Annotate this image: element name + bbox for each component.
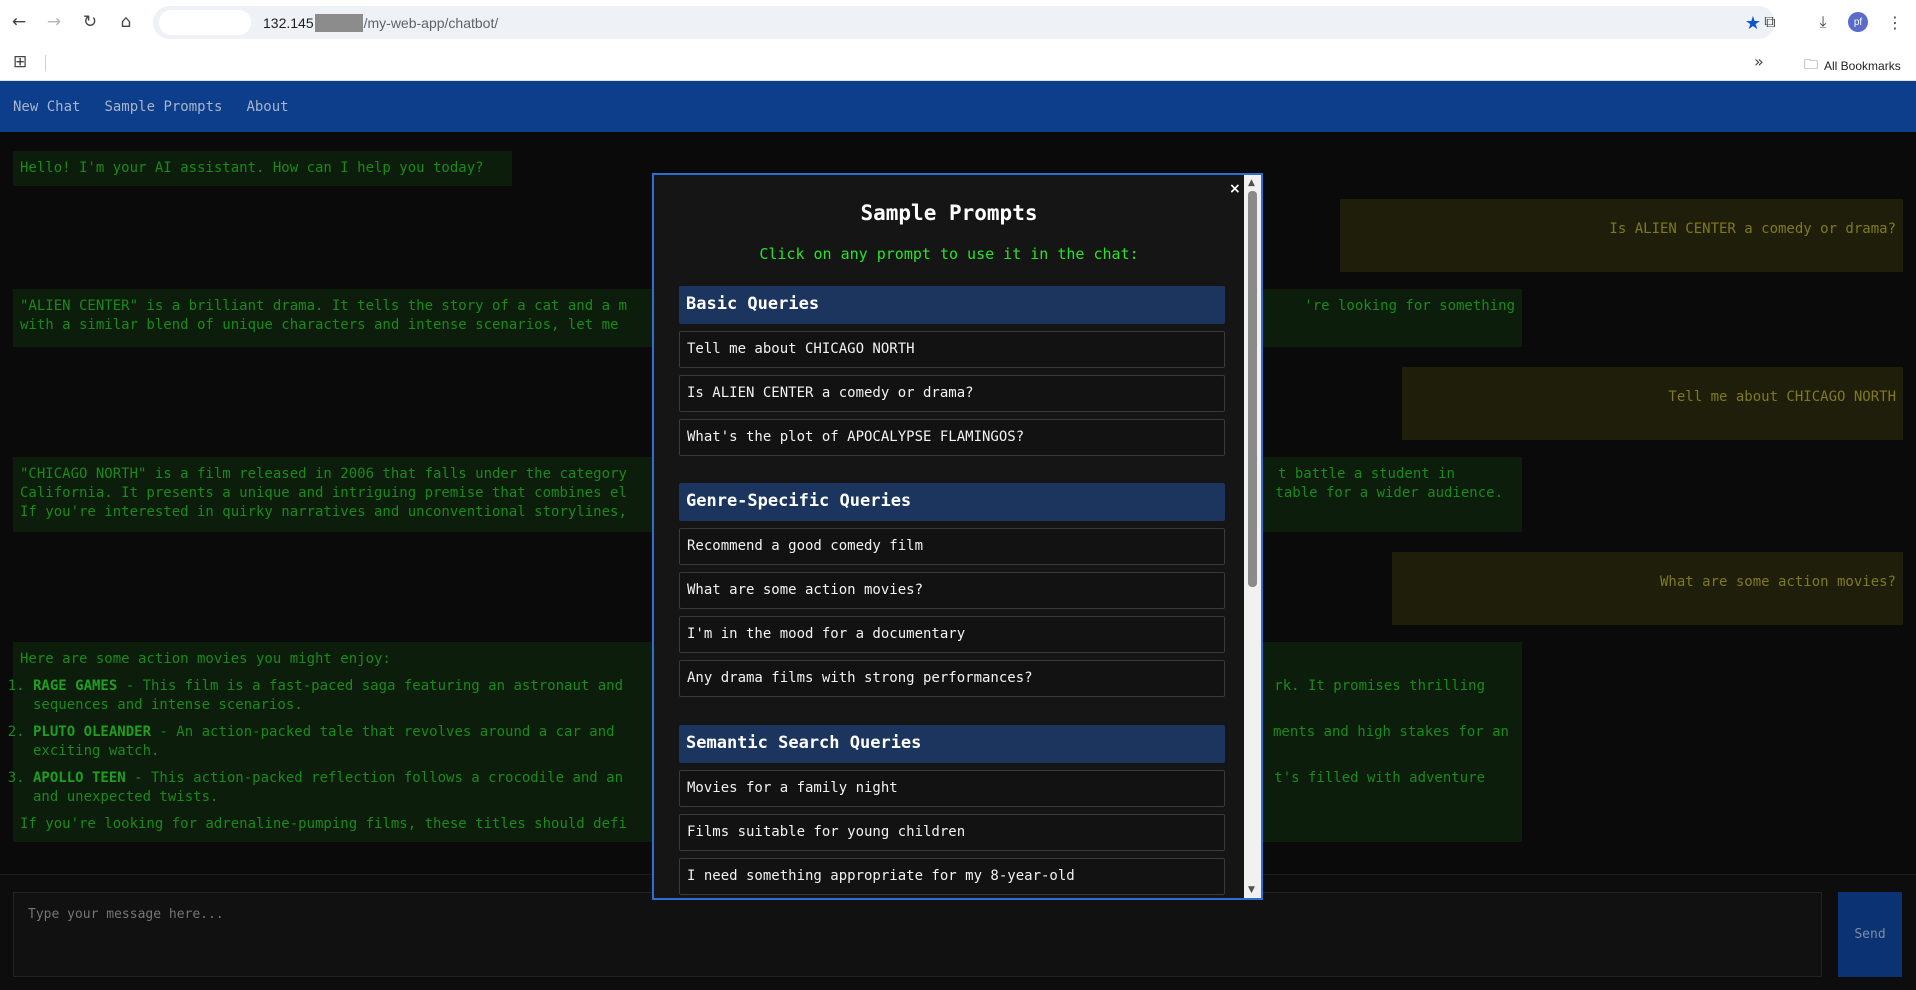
close-icon[interactable]: × [1229, 181, 1241, 197]
prompt-item[interactable]: I'm in the mood for a documentary [679, 616, 1225, 653]
folder-icon: 🗀 [1804, 57, 1818, 73]
bot-text: California. It presents a unique and int… [20, 485, 627, 501]
url-redacted-segment [314, 13, 363, 32]
prompt-item[interactable]: Any drama films with strong performances… [679, 660, 1225, 697]
app-navbar: New Chat Sample Prompts About [0, 81, 1916, 132]
nav-new-chat[interactable]: New Chat [13, 99, 80, 115]
home-icon[interactable]: ⌂ [115, 11, 137, 33]
forward-icon[interactable]: → [43, 11, 65, 33]
bot-text: ments and high stakes for an [1272, 724, 1509, 740]
prompt-item[interactable]: Tell me about CHICAGO NORTH [679, 331, 1225, 368]
nav-sample-prompts[interactable]: Sample Prompts [104, 99, 222, 115]
section-header: Semantic Search Queries [679, 725, 1225, 763]
bot-text: "CHICAGO NORTH" is a film released in 20… [20, 466, 627, 482]
modal-subtitle: Click on any prompt to use it in the cha… [759, 245, 1139, 263]
prompt-item[interactable]: Is ALIEN CENTER a comedy or drama? [679, 375, 1225, 412]
bot-message-greeting: Hello! I'm your AI assistant. How can I … [13, 151, 512, 186]
movie-title: APOLLO TEEN [33, 770, 126, 786]
bot-text: rk. It promises thrilling [1274, 678, 1485, 694]
url-text: 132.145 /my-web-app/chatbot/ [263, 13, 499, 32]
url-host: 132.145 [263, 14, 314, 31]
browser-toolbar: ← → ↻ ⌂ 132.145 /my-web-app/chatbot/ ★ ⧉… [0, 0, 1916, 46]
nav-about[interactable]: About [246, 99, 288, 115]
bot-text: t's filled with adventure [1274, 770, 1485, 786]
chevron-more-icon[interactable]: » [1754, 52, 1764, 71]
menu-kebab-icon[interactable]: ⋮ [1884, 11, 1906, 33]
bot-text: 're looking for something [1304, 298, 1515, 314]
prompt-item[interactable]: Movies for a family night [679, 770, 1225, 807]
send-button[interactable]: Send [1838, 892, 1902, 977]
apps-grid-icon[interactable]: ⊞ [13, 52, 27, 72]
bookmarks-divider [45, 55, 46, 71]
all-bookmarks-label: All Bookmarks [1824, 59, 1901, 73]
user-message: Is ALIEN CENTER a comedy or drama? [1340, 199, 1903, 272]
movie-title: RAGE GAMES [33, 678, 118, 694]
scroll-up-arrow-icon[interactable]: ▲ [1248, 178, 1255, 188]
prompt-item[interactable]: What are some action movies? [679, 572, 1225, 609]
message-input[interactable] [13, 892, 1822, 977]
address-bar[interactable]: 132.145 /my-web-app/chatbot/ ★ [153, 6, 1775, 39]
prompt-section-genre: Genre-Specific Queries Recommend a good … [679, 483, 1225, 697]
reload-icon[interactable]: ↻ [79, 11, 101, 33]
bot-text: "ALIEN CENTER" is a brilliant drama. It … [20, 298, 627, 314]
bot-text: - This action-packed reflection follows … [125, 770, 624, 786]
extensions-icon[interactable]: ⧉ [1759, 11, 1781, 33]
bot-text: - This film is a fast-paced saga featuri… [117, 678, 624, 694]
sample-prompts-modal: × Sample Prompts Click on any prompt to … [652, 173, 1263, 900]
prompt-item[interactable]: I need something appropriate for my 8-ye… [679, 858, 1225, 895]
modal-content: × Sample Prompts Click on any prompt to … [654, 175, 1244, 898]
scroll-down-arrow-icon[interactable]: ▼ [1248, 885, 1255, 895]
movie-title: PLUTO OLEANDER [33, 724, 152, 740]
modal-scrollbar[interactable]: ▲ ▼ [1244, 175, 1261, 898]
prompt-item[interactable]: Recommend a good comedy film [679, 528, 1225, 565]
prompt-item[interactable]: What's the plot of APOCALYPSE FLAMINGOS? [679, 419, 1225, 456]
bot-text: - An action-packed tale that revolves ar… [151, 724, 615, 740]
profile-avatar[interactable]: pf [1848, 12, 1868, 32]
prompt-section-semantic: Semantic Search Queries Movies for a fam… [679, 725, 1225, 895]
all-bookmarks-button[interactable]: 🗀 All Bookmarks [1804, 54, 1901, 78]
user-message: What are some action movies? [1392, 552, 1903, 625]
modal-title: Sample Prompts [860, 201, 1038, 225]
download-icon[interactable]: ⤓ [1812, 11, 1834, 33]
url-path: /my-web-app/chatbot/ [363, 14, 499, 31]
bookmarks-bar: ⊞ » 🗀 All Bookmarks [0, 46, 1916, 81]
section-header: Genre-Specific Queries [679, 483, 1225, 521]
back-icon[interactable]: ← [8, 11, 30, 33]
user-message: Tell me about CHICAGO NORTH [1402, 367, 1903, 440]
url-redacted-prefix [159, 10, 251, 35]
bot-text: table for a wider audience. [1275, 485, 1503, 501]
bot-text: t battle a student in [1277, 466, 1455, 482]
scroll-thumb[interactable] [1248, 191, 1257, 587]
prompt-section-basic: Basic Queries Tell me about CHICAGO NORT… [679, 286, 1225, 456]
section-header: Basic Queries [679, 286, 1225, 324]
prompt-item[interactable]: Films suitable for young children [679, 814, 1225, 851]
